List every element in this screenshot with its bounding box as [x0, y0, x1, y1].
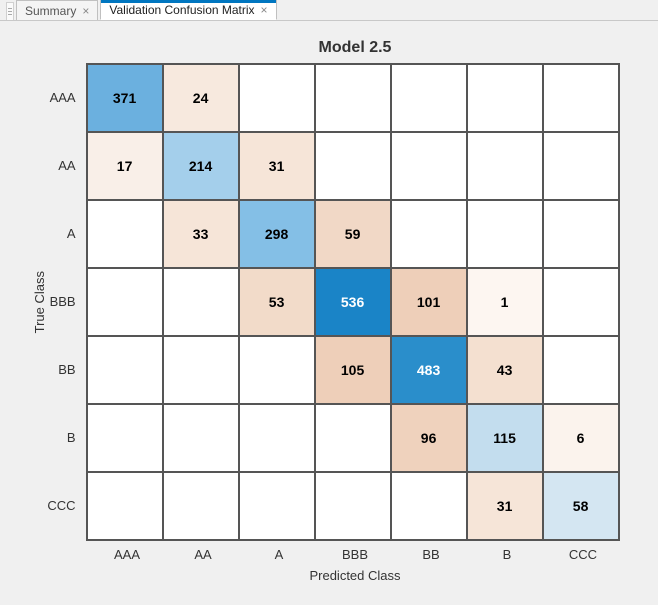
- close-icon[interactable]: ×: [261, 4, 268, 16]
- tab-drag-handle[interactable]: [6, 2, 14, 20]
- col-label: BB: [393, 547, 469, 562]
- heatmap-cell: [163, 268, 239, 336]
- heatmap-cell: [163, 404, 239, 472]
- heatmap-cell: 43: [467, 336, 543, 404]
- heatmap-cell: 101: [391, 268, 467, 336]
- row-labels: AAAAAABBBBBBCCC: [47, 63, 81, 541]
- heatmap-cell: 53: [239, 268, 315, 336]
- matrix-wrap: True Class AAAAAABBBBBBCCC 3712417214313…: [30, 63, 619, 541]
- heatmap-cell: 371: [87, 64, 163, 132]
- row-label: BBB: [47, 294, 81, 309]
- plot-area: Model 2.5 True Class AAAAAABBBBBBCCC 371…: [0, 21, 658, 605]
- heatmap-cell: [391, 472, 467, 540]
- heatmap-cell: [87, 336, 163, 404]
- confusion-matrix: AAAAAABBBBBBCCC 371241721431332985953536…: [47, 63, 619, 541]
- close-icon[interactable]: ×: [82, 5, 89, 17]
- heatmap-cell: [467, 200, 543, 268]
- tab-label: Summary: [25, 4, 76, 18]
- heatmap-cell: [391, 64, 467, 132]
- x-axis: AAAAAABBBBBBCCC Predicted Class: [89, 541, 621, 583]
- heatmap-grid: 3712417214313329859535361011105483439611…: [86, 63, 620, 541]
- heatmap-cell: [315, 132, 391, 200]
- heatmap-cell: [391, 132, 467, 200]
- heatmap-cell: [87, 404, 163, 472]
- row-label: BB: [47, 362, 81, 377]
- heatmap-cell: 115: [467, 404, 543, 472]
- col-label: BBB: [317, 547, 393, 562]
- heatmap-cell: 483: [391, 336, 467, 404]
- row-label: B: [47, 430, 81, 445]
- col-label: A: [241, 547, 317, 562]
- x-axis-label: Predicted Class: [309, 568, 400, 583]
- heatmap-cell: 31: [467, 472, 543, 540]
- heatmap-cell: 1: [467, 268, 543, 336]
- heatmap-cell: [163, 336, 239, 404]
- heatmap-cell: [163, 472, 239, 540]
- heatmap-cell: [543, 132, 619, 200]
- heatmap-cell: 214: [163, 132, 239, 200]
- heatmap-cell: 536: [315, 268, 391, 336]
- heatmap-cell: 24: [163, 64, 239, 132]
- y-axis-label: True Class: [30, 271, 47, 333]
- heatmap-cell: 31: [239, 132, 315, 200]
- heatmap-cell: 33: [163, 200, 239, 268]
- heatmap-cell: [315, 404, 391, 472]
- heatmap-cell: [543, 268, 619, 336]
- heatmap-cell: [315, 64, 391, 132]
- heatmap-cell: 96: [391, 404, 467, 472]
- row-label: A: [47, 226, 81, 241]
- heatmap-cell: [239, 472, 315, 540]
- heatmap-cell: 17: [87, 132, 163, 200]
- heatmap-cell: [543, 336, 619, 404]
- heatmap-cell: 6: [543, 404, 619, 472]
- heatmap-cell: [239, 64, 315, 132]
- app-window: Summary × Validation Confusion Matrix × …: [0, 0, 658, 589]
- tab-validation-confusion-matrix[interactable]: Validation Confusion Matrix ×: [100, 0, 276, 20]
- col-label: B: [469, 547, 545, 562]
- heatmap-cell: 59: [315, 200, 391, 268]
- heatmap-cell: [87, 200, 163, 268]
- row-label: AAA: [47, 90, 81, 105]
- heatmap-cell: 58: [543, 472, 619, 540]
- row-label: CCC: [47, 498, 81, 513]
- heatmap-cell: [391, 200, 467, 268]
- heatmap-cell: [239, 336, 315, 404]
- heatmap-cell: [467, 132, 543, 200]
- col-label: AAA: [89, 547, 165, 562]
- heatmap-cell: [467, 64, 543, 132]
- heatmap-cell: 105: [315, 336, 391, 404]
- row-label: AA: [47, 158, 81, 173]
- heatmap-cell: [87, 268, 163, 336]
- heatmap-cell: [239, 404, 315, 472]
- heatmap-cell: [543, 200, 619, 268]
- col-label: AA: [165, 547, 241, 562]
- col-labels: AAAAAABBBBBBCCC: [89, 547, 621, 562]
- heatmap-cell: 298: [239, 200, 315, 268]
- heatmap-cell: [543, 64, 619, 132]
- col-label: CCC: [545, 547, 621, 562]
- tab-bar: Summary × Validation Confusion Matrix ×: [0, 0, 658, 21]
- heatmap-cell: [87, 472, 163, 540]
- heatmap-cell: [315, 472, 391, 540]
- chart-title: Model 2.5: [22, 39, 628, 57]
- tab-label: Validation Confusion Matrix: [109, 3, 254, 17]
- tab-summary[interactable]: Summary ×: [16, 0, 98, 20]
